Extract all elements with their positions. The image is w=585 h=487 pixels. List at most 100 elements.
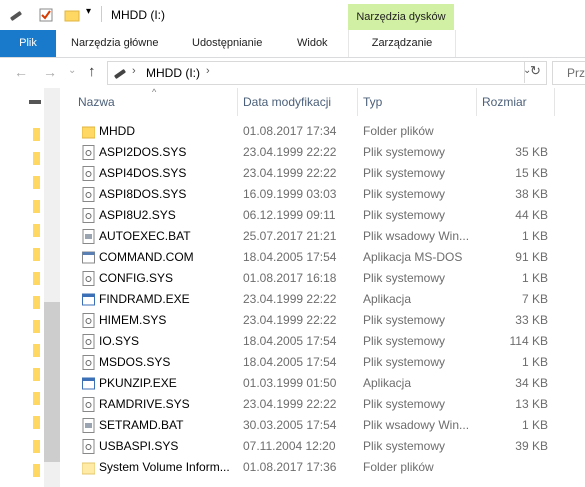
file-name: ASPI2DOS.SYS <box>99 145 187 159</box>
new-folder-icon[interactable] <box>64 7 80 23</box>
file-type: Plik systemowy <box>363 397 446 411</box>
folder-icon[interactable] <box>33 128 40 141</box>
file-size: 1 KB <box>521 271 548 285</box>
file-size: 39 KB <box>515 439 548 453</box>
file-type: Plik systemowy <box>363 145 446 159</box>
column-header-name[interactable]: Nazwa <box>78 95 115 109</box>
file-row[interactable]: FINDRAMD.EXE 23.04.1999 22:22 Aplikacja … <box>76 289 585 310</box>
file-size: 38 KB <box>515 187 548 201</box>
file-type: Folder plików <box>363 460 434 474</box>
file-size: 91 KB <box>515 250 548 264</box>
folder-icon[interactable] <box>33 200 40 213</box>
file-type: Aplikacja <box>363 376 412 390</box>
file-size: 15 KB <box>515 166 548 180</box>
folder-icon[interactable] <box>33 248 40 261</box>
system-file-icon <box>82 355 95 370</box>
column-divider[interactable] <box>476 88 477 116</box>
breadcrumb-chevron-icon[interactable]: › <box>132 65 136 77</box>
file-date: 23.04.1999 22:22 <box>243 166 337 180</box>
folder-icon[interactable] <box>33 392 40 405</box>
file-date: 23.04.1999 22:22 <box>243 313 337 327</box>
tab-view[interactable]: Widok <box>297 30 328 57</box>
file-size: 1 KB <box>521 229 548 243</box>
tab-home[interactable]: Narzędzia główne <box>71 30 158 57</box>
file-name: HIMEM.SYS <box>99 313 167 327</box>
tab-share[interactable]: Udostępnianie <box>192 30 262 57</box>
column-divider[interactable] <box>357 88 358 116</box>
folder-icon[interactable] <box>33 320 40 333</box>
folder-icon[interactable] <box>33 440 40 453</box>
file-row[interactable]: RAMDRIVE.SYS 23.04.1999 22:22 Plik syste… <box>76 394 585 415</box>
folder-icon[interactable] <box>33 416 40 429</box>
address-bar[interactable]: › MHDD (I:) › ⌄ <box>107 61 547 85</box>
folder-icon[interactable] <box>33 296 40 309</box>
file-row[interactable]: SETRAMD.BAT 30.03.2005 17:54 Plik wsadow… <box>76 415 585 436</box>
system-file-icon <box>82 439 95 454</box>
file-name: MHDD <box>99 124 135 138</box>
file-row[interactable]: ASPI2DOS.SYS 23.04.1999 22:22 Plik syste… <box>76 142 585 163</box>
file-row[interactable]: MSDOS.SYS 18.04.2005 17:54 Plik systemow… <box>76 352 585 373</box>
file-row[interactable]: IO.SYS 18.04.2005 17:54 Plik systemowy 1… <box>76 331 585 352</box>
file-date: 23.04.1999 22:22 <box>243 145 337 159</box>
file-type: Plik systemowy <box>363 355 446 369</box>
column-header-type[interactable]: Typ <box>363 95 382 109</box>
file-size: 114 KB <box>509 334 548 348</box>
column-divider[interactable] <box>554 88 555 116</box>
breadcrumb-chevron-icon[interactable]: › <box>206 65 210 77</box>
folder-icon <box>81 124 96 139</box>
batch-file-icon <box>82 229 95 244</box>
system-file-icon <box>82 397 95 412</box>
file-date: 01.03.1999 01:50 <box>243 376 337 390</box>
file-row[interactable]: AUTOEXEC.BAT 25.07.2017 21:21 Plik wsado… <box>76 226 585 247</box>
file-row[interactable]: COMMAND.COM 18.04.2005 17:54 Aplikacja M… <box>76 247 585 268</box>
back-arrow-icon[interactable]: ← <box>14 64 28 80</box>
search-box[interactable]: Prze <box>552 61 585 85</box>
column-header-date[interactable]: Data modyfikacji <box>243 95 331 109</box>
forward-arrow-icon[interactable]: → <box>43 64 57 80</box>
folder-icon[interactable] <box>33 368 40 381</box>
column-divider[interactable] <box>237 88 238 116</box>
file-row[interactable]: ASPI8DOS.SYS 16.09.1999 03:03 Plik syste… <box>76 184 585 205</box>
file-row[interactable]: ASPI8U2.SYS 06.12.1999 09:11 Plik system… <box>76 205 585 226</box>
file-date: 30.03.2005 17:54 <box>243 418 337 432</box>
drive-icon[interactable] <box>28 97 42 107</box>
column-header-size[interactable]: Rozmiar <box>482 95 527 109</box>
drive-icon[interactable] <box>8 7 24 23</box>
folder-icon[interactable] <box>33 344 40 357</box>
file-row[interactable]: HIMEM.SYS 23.04.1999 22:22 Plik systemow… <box>76 310 585 331</box>
file-size: 13 KB <box>515 397 548 411</box>
folder-icon[interactable] <box>33 152 40 165</box>
file-size: 35 KB <box>515 145 548 159</box>
properties-checkmark-icon[interactable] <box>38 7 54 23</box>
customize-toolbar-icon[interactable]: ▾ <box>86 6 91 22</box>
recent-locations-chevron-icon[interactable]: ⌄ <box>68 65 76 76</box>
folder-icon[interactable] <box>33 464 40 477</box>
tab-file[interactable]: Plik <box>0 30 56 57</box>
file-row[interactable]: ASPI4DOS.SYS 23.04.1999 22:22 Plik syste… <box>76 163 585 184</box>
file-date: 01.08.2017 17:34 <box>243 124 337 138</box>
breadcrumb-current[interactable]: MHDD (I:) <box>146 66 200 80</box>
file-date: 06.12.1999 09:11 <box>243 208 336 222</box>
system-file-icon <box>82 313 95 328</box>
file-row[interactable]: System Volume Inform... 01.08.2017 17:36… <box>76 457 585 478</box>
application-icon <box>82 292 95 307</box>
file-row[interactable]: MHDD 01.08.2017 17:34 Folder plików <box>76 121 585 142</box>
tab-manage[interactable]: Zarządzanie <box>348 30 456 57</box>
file-row[interactable]: CONFIG.SYS 01.08.2017 16:18 Plik systemo… <box>76 268 585 289</box>
file-row[interactable]: USBASPI.SYS 07.11.2004 12:20 Plik system… <box>76 436 585 457</box>
folder-icon[interactable] <box>33 176 40 189</box>
up-arrow-icon[interactable]: ↑ <box>88 63 96 80</box>
system-file-icon <box>82 187 95 202</box>
window-title: MHDD (I:) <box>111 8 165 22</box>
file-name: USBASPI.SYS <box>99 439 179 453</box>
file-size: 33 KB <box>515 313 548 327</box>
navigation-scrollbar-thumb[interactable] <box>44 302 60 462</box>
folder-icon[interactable] <box>33 272 40 285</box>
folder-icon[interactable] <box>33 224 40 237</box>
refresh-button[interactable]: ↻ <box>524 61 547 83</box>
system-file-icon <box>82 145 95 160</box>
file-name: ASPI8U2.SYS <box>99 208 176 222</box>
file-row[interactable]: PKUNZIP.EXE 01.03.1999 01:50 Aplikacja 3… <box>76 373 585 394</box>
ribbon-tabs: Plik Narzędzia główne Udostępnianie Wido… <box>0 30 585 58</box>
file-type: Plik systemowy <box>363 439 446 453</box>
